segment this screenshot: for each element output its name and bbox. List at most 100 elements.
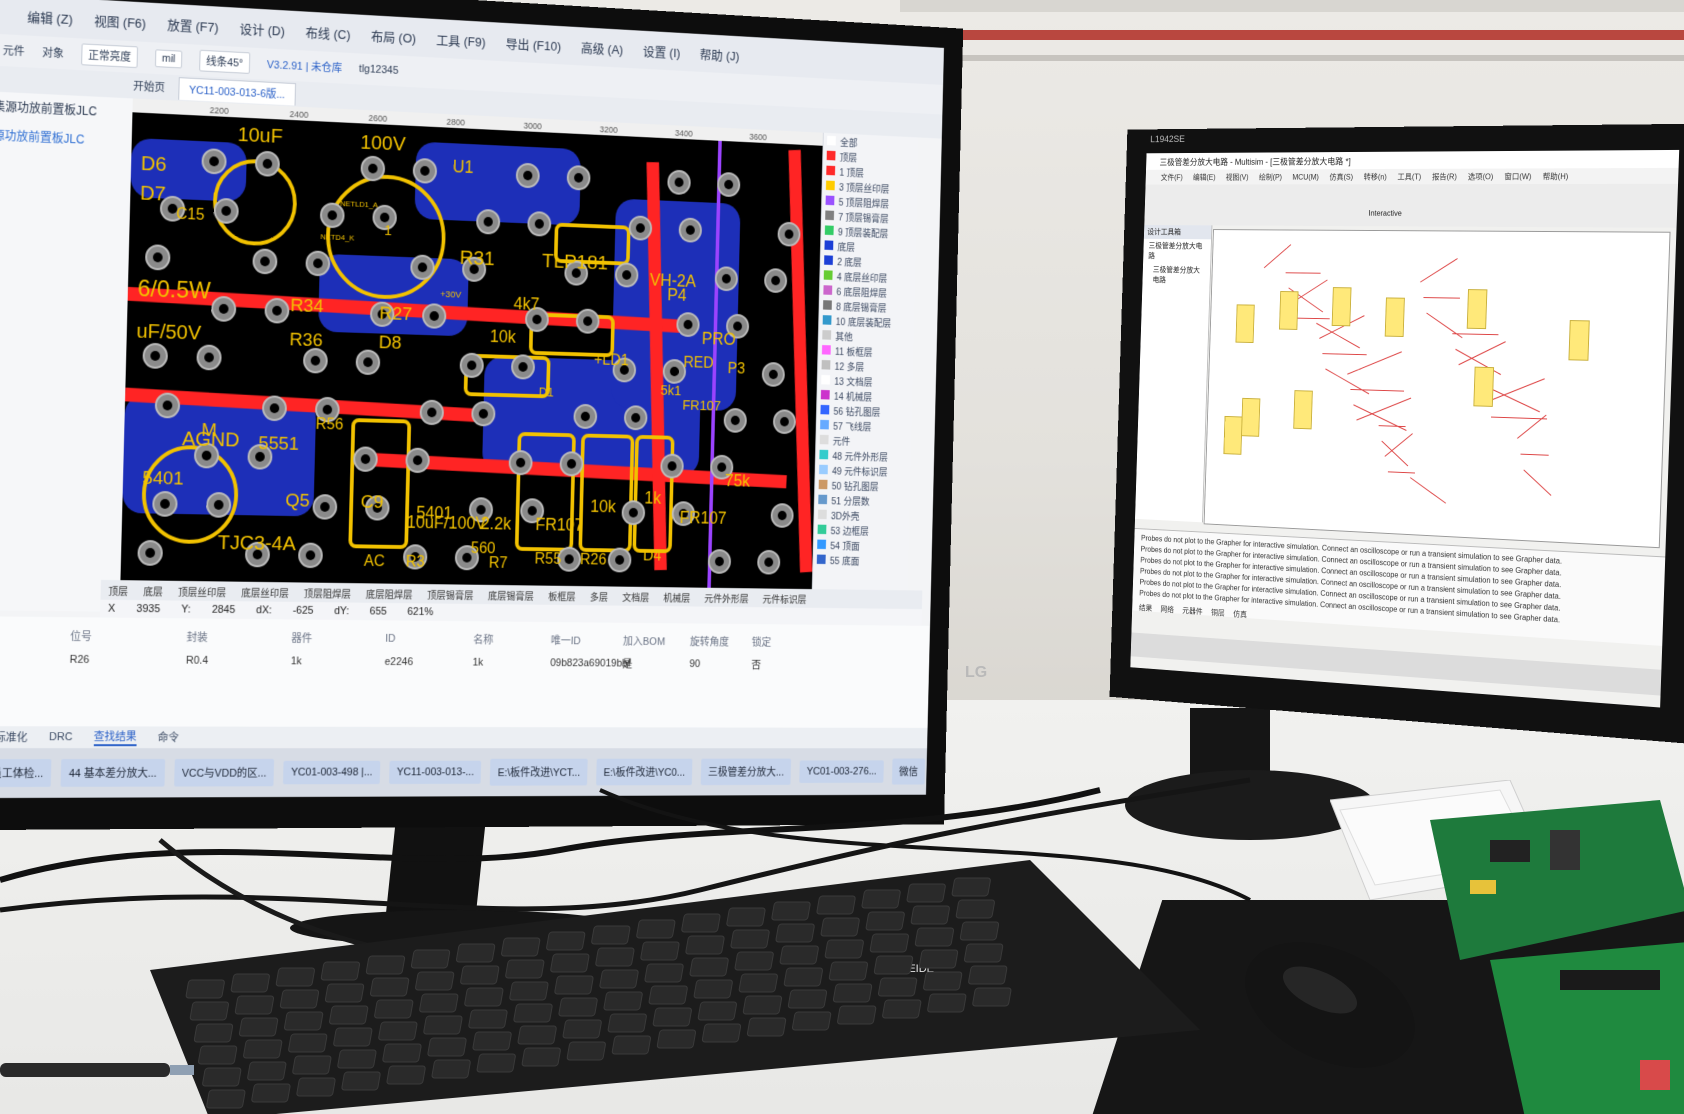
layer-color-swatch[interactable] [817,540,826,549]
layer-color-swatch[interactable] [822,345,831,355]
keyboard-key[interactable] [690,958,729,976]
log-tab[interactable]: 铜层 [1211,607,1225,619]
panel-tab-components[interactable]: 元件 [3,42,25,59]
tab-command[interactable]: 命令 [158,729,180,745]
schematic-canvas[interactable] [1204,229,1671,548]
keyboard-key[interactable] [776,924,815,942]
keyboard-key[interactable] [612,1036,651,1054]
keyboard-key[interactable] [825,940,864,958]
keyboard-key[interactable] [472,1032,511,1050]
layer-row[interactable]: 53 边框层 [814,522,909,539]
keyboard-key[interactable] [653,1008,692,1026]
keyboard-key[interactable] [771,902,810,920]
multisim-menu-item[interactable]: 工具(T) [1397,171,1421,182]
layer-color-swatch[interactable] [827,151,836,161]
keyboard-key[interactable] [370,978,409,996]
keyboard-key[interactable] [608,1014,647,1032]
layer-color-swatch[interactable] [823,315,832,325]
keyboard-key[interactable] [735,952,774,970]
unit-select[interactable]: mil [155,49,182,68]
layer-status-tab[interactable]: 元件外形层 [704,590,748,605]
keyboard-key[interactable] [231,974,270,992]
keyboard-key[interactable] [194,1024,233,1042]
property-value[interactable]: 1k [291,656,302,668]
log-tab[interactable]: 元器件 [1182,606,1203,618]
keyboard-key[interactable] [554,976,593,994]
keyboard-key[interactable] [505,960,544,978]
keyboard-key[interactable] [726,908,765,926]
log-tab[interactable]: 结果 [1139,603,1153,615]
keyboard-key[interactable] [415,972,454,990]
keyboard-key[interactable] [644,964,683,982]
keyboard-key[interactable] [882,1000,921,1018]
keyboard-key[interactable] [292,1056,331,1074]
keyboard-key[interactable] [595,948,634,966]
keyboard-key[interactable] [247,1062,286,1080]
layer-status-tab[interactable]: 底层阻焊层 [366,586,413,601]
keyboard-key[interactable] [694,980,733,998]
schematic-note[interactable] [1467,290,1487,329]
keyboard-key[interactable] [202,1068,241,1086]
layer-color-swatch[interactable] [824,255,833,265]
multisim-menu-item[interactable]: 选项(O) [1468,171,1494,182]
keyboard-key[interactable] [640,942,679,960]
keyboard-key[interactable] [432,1060,471,1078]
layer-status-tab[interactable]: 顶层锡膏层 [427,587,473,602]
keyboard-key[interactable] [546,932,585,950]
layer-row[interactable]: 3D外壳 [814,507,909,524]
keyboard-key[interactable] [558,998,597,1016]
keyboard-key[interactable] [329,1006,368,1024]
keyboard-key[interactable] [198,1046,237,1064]
layer-status-tab[interactable]: 机械层 [663,590,690,605]
keyboard-key[interactable] [477,1054,516,1072]
keyboard-key[interactable] [964,944,1003,962]
layer-status-tab[interactable]: 顶层丝印层 [178,583,226,598]
menu-advanced[interactable]: 高级 (A) [581,37,624,57]
keyboard-key[interactable] [780,946,819,964]
tab-standardize[interactable]: 器件标准化 [0,729,28,745]
keyboard-key[interactable] [866,912,905,930]
layer-color-swatch[interactable] [825,210,834,220]
layer-status-tab[interactable]: 元件标识层 [762,591,806,606]
keyboard-key[interactable] [284,1012,323,1030]
menu-export[interactable]: 导出 (F10) [506,33,562,54]
keyboard-key[interactable] [509,982,548,1000]
keyboard-key[interactable] [821,918,860,936]
keyboard-key[interactable] [972,988,1011,1006]
schematic-note[interactable] [1474,367,1494,406]
user-label[interactable]: tlg12345 [359,63,399,77]
property-value[interactable]: R26 [70,654,90,666]
keyboard-key[interactable] [702,1024,741,1042]
keyboard-key[interactable] [952,878,991,896]
layer-row[interactable]: 55 底面 [813,552,908,568]
keyboard-key[interactable] [427,1038,466,1056]
keyboard-key[interactable] [874,956,913,974]
layer-color-swatch[interactable] [826,181,835,191]
keyboard-key[interactable] [460,966,499,984]
layer-color-swatch[interactable] [818,495,827,505]
keyboard-key[interactable] [501,938,540,956]
layer-color-swatch[interactable] [824,240,833,250]
mouse[interactable] [1240,935,1420,1075]
keyboard-key[interactable] [276,968,315,986]
keyboard-key[interactable] [563,1020,602,1038]
schematic-note[interactable] [1224,416,1242,454]
menu-place[interactable]: 放置 (F7) [167,14,219,35]
layer-status-tab[interactable]: 底层丝印层 [241,584,289,599]
menu-design[interactable]: 设计 (D) [239,18,285,39]
menu-help[interactable]: 帮助 (J) [700,44,740,64]
keyboard-key[interactable] [657,1030,696,1048]
multisim-menu-item[interactable]: 窗口(W) [1504,171,1531,182]
keyboard-key[interactable] [456,944,495,962]
property-value[interactable]: 是 [622,656,632,671]
keyboard-key[interactable] [743,996,782,1014]
property-value[interactable]: R0.4 [186,655,209,667]
keyboard-key[interactable] [321,962,360,980]
menu-edit[interactable]: 编辑 (Z) [27,6,73,27]
keyboard-key[interactable] [829,962,868,980]
keyboard-key[interactable] [243,1040,282,1058]
layer-color-swatch[interactable] [820,420,829,430]
layer-row[interactable]: 54 顶面 [814,537,909,553]
keyboard-key[interactable] [915,928,954,946]
layer-status-tab[interactable]: 文档层 [622,589,649,604]
